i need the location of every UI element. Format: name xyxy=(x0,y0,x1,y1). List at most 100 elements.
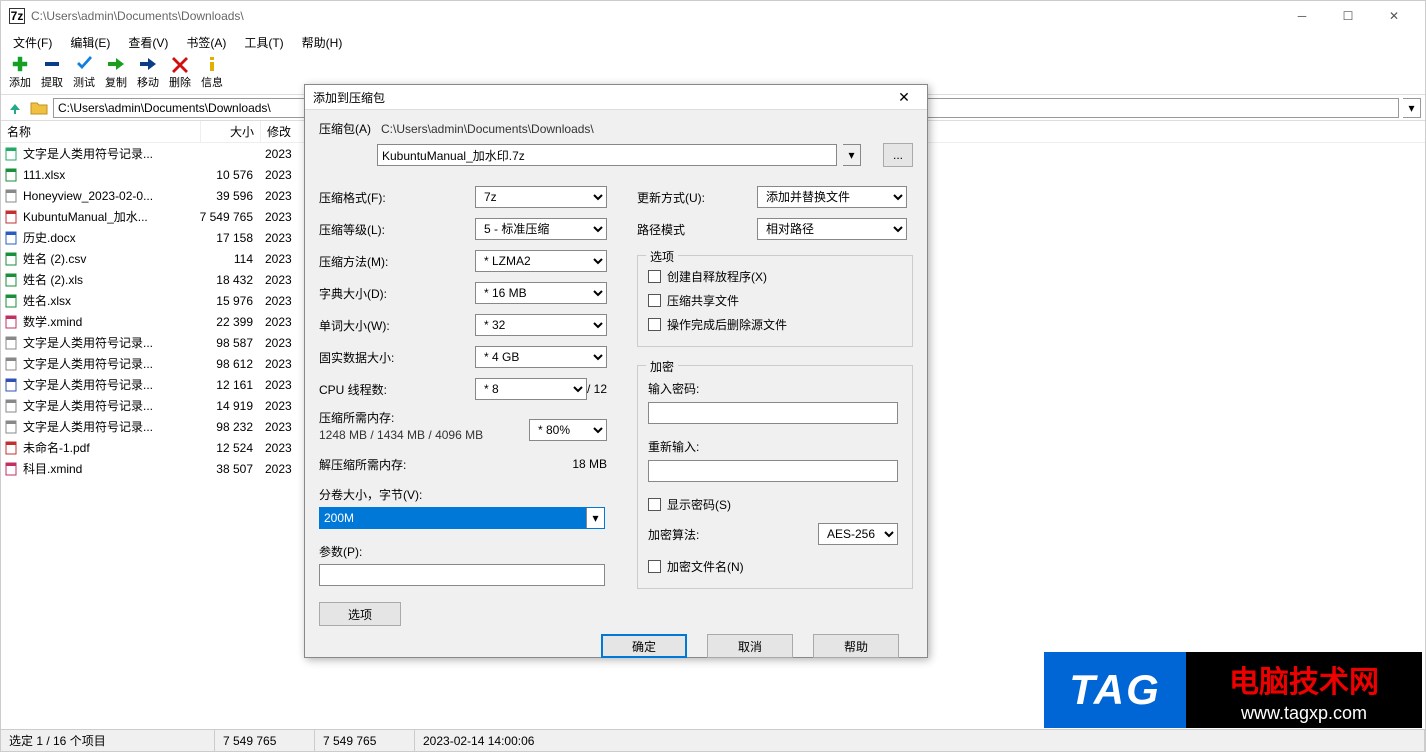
help-button[interactable]: 帮助 xyxy=(813,634,899,658)
col-size[interactable]: 大小 xyxy=(201,121,261,142)
param-label: 参数(P): xyxy=(319,543,607,560)
file-name: 姓名 (2).csv xyxy=(23,250,199,267)
sfx-checkbox[interactable] xyxy=(648,270,661,283)
file-date: 2023 xyxy=(259,210,309,224)
memc-pct-select[interactable]: * 80% xyxy=(529,419,607,441)
volume-input[interactable] xyxy=(320,508,586,528)
cpu-total: / 12 xyxy=(587,382,607,396)
share-label: 压缩共享文件 xyxy=(667,292,739,309)
file-icon xyxy=(3,356,19,372)
password-input[interactable] xyxy=(648,402,898,424)
status-size1: 7 549 765 xyxy=(215,730,315,751)
share-row[interactable]: 压缩共享文件 xyxy=(648,288,902,312)
sfx-row[interactable]: 创建自释放程序(X) xyxy=(648,264,902,288)
file-date: 2023 xyxy=(259,168,309,182)
file-size: 22 399 xyxy=(199,315,259,329)
file-size: 17 158 xyxy=(199,231,259,245)
ok-button[interactable]: 确定 xyxy=(601,634,687,658)
archive-name-input[interactable] xyxy=(377,144,837,166)
cpu-select[interactable]: * 8 xyxy=(475,378,587,400)
file-name: 111.xlsx xyxy=(23,168,199,182)
file-name: 文字是人类用符号记录... xyxy=(23,334,199,351)
method-select[interactable]: * LZMA2 xyxy=(475,250,607,272)
watermark: TAG 电脑技术网 www.tagxp.com xyxy=(1044,652,1422,728)
toolbar-extract[interactable]: 提取 xyxy=(39,55,65,90)
menu-help[interactable]: 帮助(H) xyxy=(294,32,351,53)
toolbar-delete[interactable]: 删除 xyxy=(167,55,193,90)
file-icon xyxy=(3,398,19,414)
toolbar-copy[interactable]: 复制 xyxy=(103,55,129,90)
level-select[interactable]: 5 - 标准压缩 xyxy=(475,218,607,240)
titlebar: 7z C:\Users\admin\Documents\Downloads\ ─… xyxy=(1,1,1425,31)
toolbar-move[interactable]: 移动 xyxy=(135,55,161,90)
password2-input[interactable] xyxy=(648,460,898,482)
delete-row[interactable]: 操作完成后删除源文件 xyxy=(648,312,902,336)
toolbar-info[interactable]: 信息 xyxy=(199,55,225,90)
file-date: 2023 xyxy=(259,399,309,413)
solid-label: 固实数据大小: xyxy=(319,349,475,366)
update-select[interactable]: 添加并替换文件 xyxy=(757,186,907,208)
close-button[interactable]: ✕ xyxy=(1371,1,1417,31)
file-date: 2023 xyxy=(259,294,309,308)
dialog-title: 添加到压缩包 xyxy=(313,89,889,106)
file-name: 科目.xmind xyxy=(23,460,199,477)
address-dropdown[interactable]: ▾ xyxy=(1403,98,1421,118)
maximize-button[interactable]: ☐ xyxy=(1325,1,1371,31)
col-name[interactable]: 名称 xyxy=(1,121,201,142)
app-icon: 7z xyxy=(9,8,25,24)
menu-edit[interactable]: 编辑(E) xyxy=(62,32,118,53)
file-size: 12 524 xyxy=(199,441,259,455)
volume-label: 分卷大小，字节(V): xyxy=(319,486,607,503)
encnames-label: 加密文件名(N) xyxy=(667,558,744,575)
file-size: 39 596 xyxy=(199,189,259,203)
showpass-row[interactable]: 显示密码(S) xyxy=(648,492,902,516)
dict-select[interactable]: * 16 MB xyxy=(475,282,607,304)
toolbar-delete-label: 删除 xyxy=(169,74,191,90)
toolbar-copy-label: 复制 xyxy=(105,74,127,90)
file-icon xyxy=(3,461,19,477)
arrow-right-dark-icon xyxy=(138,55,158,73)
param-input[interactable] xyxy=(319,564,605,586)
menu-file[interactable]: 文件(F) xyxy=(5,32,60,53)
showpass-checkbox[interactable] xyxy=(648,498,661,511)
cpu-label: CPU 线程数: xyxy=(319,381,475,398)
algo-select[interactable]: AES-256 xyxy=(818,523,898,545)
watermark-text: 电脑技术网 www.tagxp.com xyxy=(1186,652,1422,728)
delete-checkbox[interactable] xyxy=(648,318,661,331)
cancel-button[interactable]: 取消 xyxy=(707,634,793,658)
minimize-button[interactable]: ─ xyxy=(1279,1,1325,31)
menu-view[interactable]: 查看(V) xyxy=(120,32,176,53)
file-icon xyxy=(3,209,19,225)
archive-name-dropdown[interactable]: ▾ xyxy=(843,144,861,166)
up-icon[interactable] xyxy=(5,98,25,118)
toolbar-add[interactable]: 添加 xyxy=(7,55,33,90)
toolbar-test[interactable]: 测试 xyxy=(71,55,97,90)
encnames-checkbox[interactable] xyxy=(648,560,661,573)
menubar: 文件(F) 编辑(E) 查看(V) 书签(A) 工具(T) 帮助(H) xyxy=(1,31,1425,53)
format-label: 压缩格式(F): xyxy=(319,189,475,206)
file-icon xyxy=(3,251,19,267)
encnames-row[interactable]: 加密文件名(N) xyxy=(648,554,902,578)
file-icon xyxy=(3,419,19,435)
menu-bookmark[interactable]: 书签(A) xyxy=(178,32,234,53)
watermark-tag: TAG xyxy=(1044,652,1186,728)
file-size: 18 432 xyxy=(199,273,259,287)
solid-select[interactable]: * 4 GB xyxy=(475,346,607,368)
file-date: 2023 xyxy=(259,252,309,266)
options-button[interactable]: 选项 xyxy=(319,602,401,626)
format-select[interactable]: 7z xyxy=(475,186,607,208)
menu-tool[interactable]: 工具(T) xyxy=(236,32,291,53)
volume-combo[interactable]: ▾ xyxy=(319,507,605,529)
sfx-label: 创建自释放程序(X) xyxy=(667,268,767,285)
dialog-close-button[interactable]: ✕ xyxy=(889,85,919,109)
toolbar-add-label: 添加 xyxy=(9,74,31,90)
password-label: 输入密码: xyxy=(648,380,748,397)
browse-button[interactable]: ... xyxy=(883,143,913,167)
file-size: 38 507 xyxy=(199,462,259,476)
level-label: 压缩等级(L): xyxy=(319,221,475,238)
pathmode-select[interactable]: 相对路径 xyxy=(757,218,907,240)
toolbar-info-label: 信息 xyxy=(201,74,223,90)
word-select[interactable]: * 32 xyxy=(475,314,607,336)
share-checkbox[interactable] xyxy=(648,294,661,307)
volume-dropdown[interactable]: ▾ xyxy=(586,508,604,528)
